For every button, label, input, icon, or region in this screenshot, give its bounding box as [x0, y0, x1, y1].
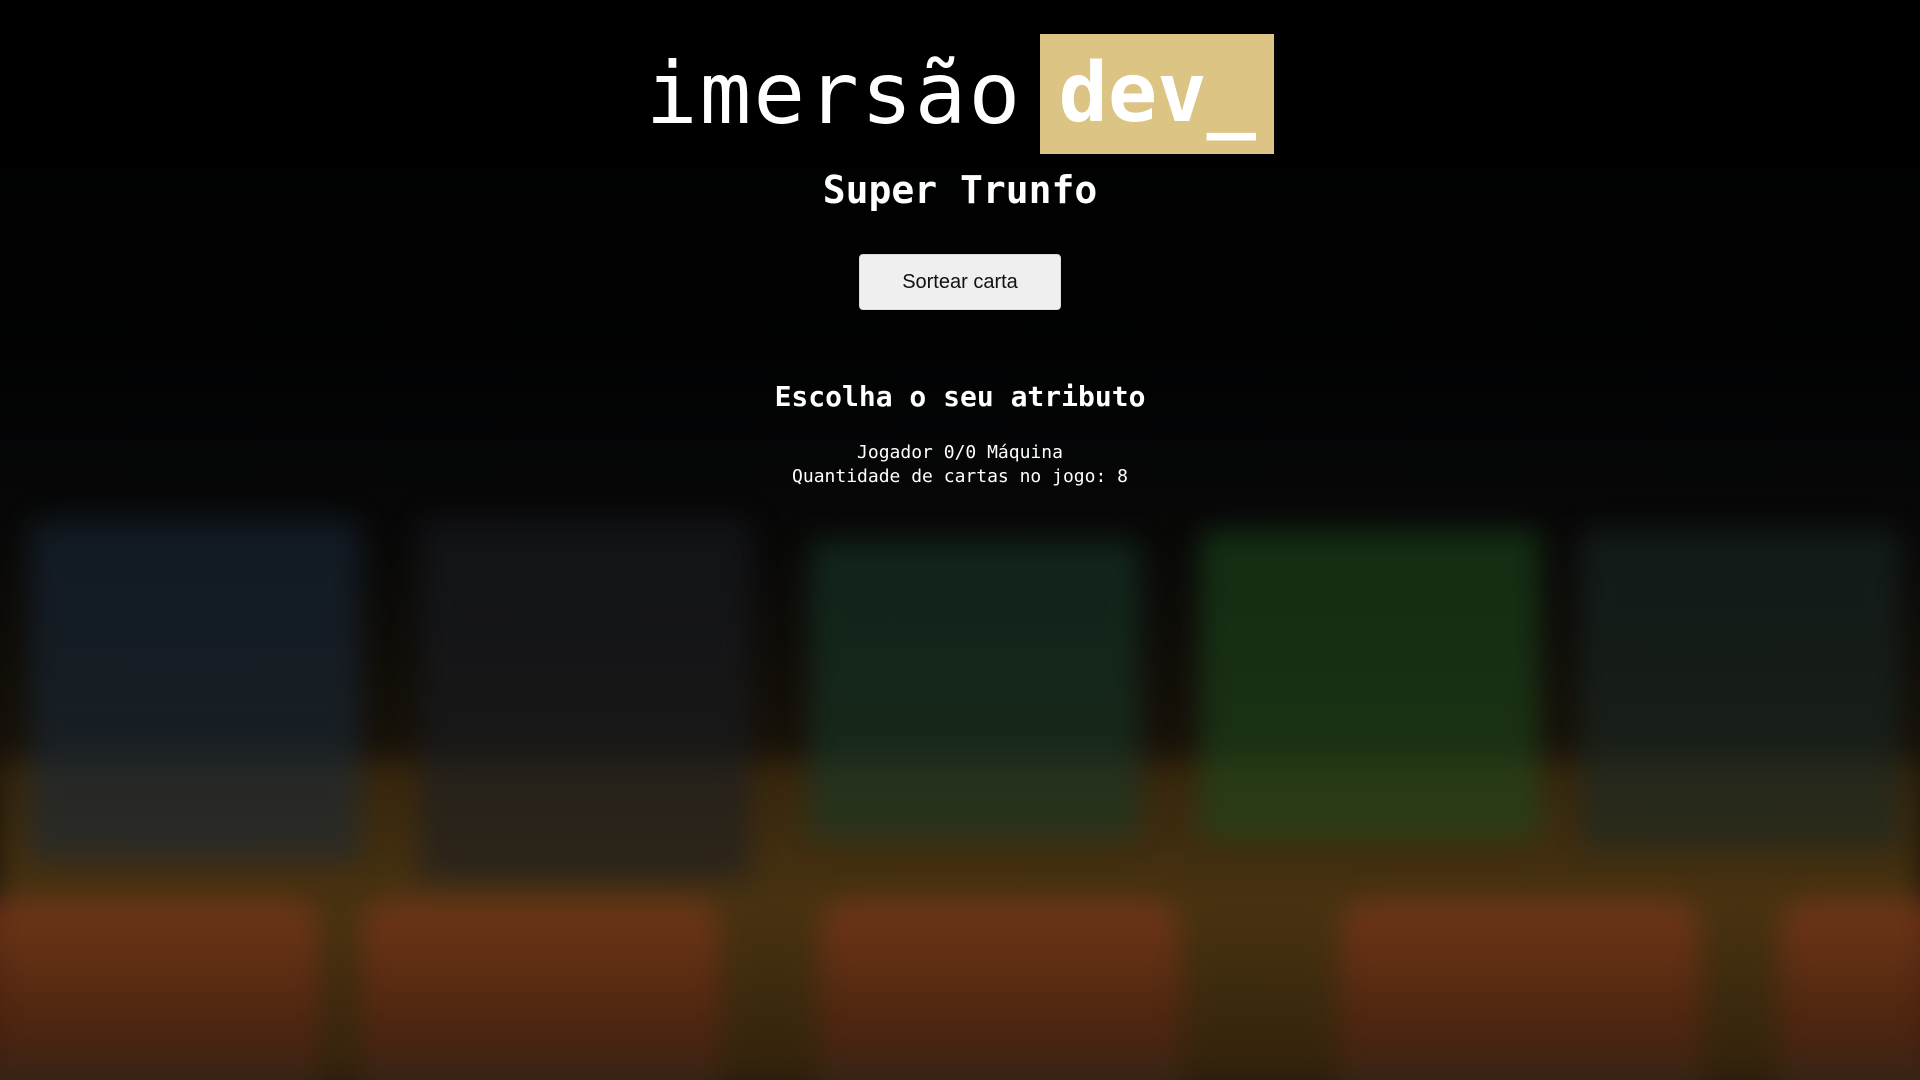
background-card: [810, 540, 1140, 840]
page: imersão dev_ Super Trunfo Sortear carta …: [0, 0, 1920, 1080]
cards-count-text: Quantidade de cartas no jogo: 8: [792, 466, 1128, 487]
background-card: [420, 520, 750, 880]
background-card: [30, 520, 360, 860]
page-title: Super Trunfo: [822, 168, 1098, 212]
background-book: [1340, 900, 1700, 1080]
background-card: [1580, 530, 1900, 850]
background-book: [360, 900, 720, 1080]
draw-card-button[interactable]: Sortear carta: [859, 254, 1061, 310]
background-card: [1200, 530, 1540, 840]
background-book: [0, 900, 320, 1080]
attribute-section-title: Escolha o seu atributo: [774, 380, 1146, 413]
logo-text: imersão: [645, 44, 1023, 144]
background-book: [820, 900, 1180, 1080]
score-text: Jogador 0/0 Máquina: [857, 442, 1063, 463]
background-book: [1780, 900, 1920, 1080]
logo-badge: dev_: [1040, 34, 1275, 154]
main-content: imersão dev_ Super Trunfo Sortear carta …: [0, 0, 1920, 489]
scoreboard: Jogador 0/0 Máquina Quantidade de cartas…: [792, 441, 1128, 489]
logo: imersão dev_: [645, 34, 1275, 154]
logo-badge-text: dev_: [1058, 46, 1256, 141]
